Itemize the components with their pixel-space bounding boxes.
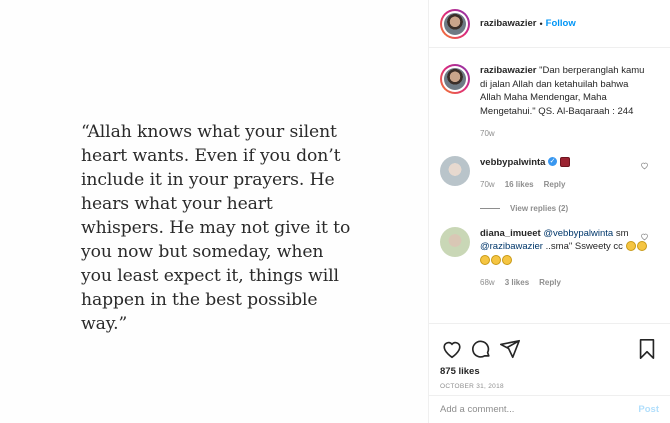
- verified-badge-icon: ✓: [548, 157, 558, 167]
- caption-time[interactable]: 70w: [480, 127, 495, 141]
- caption-username[interactable]: razibawazier: [480, 65, 537, 76]
- comment-likes[interactable]: 16 likes: [505, 178, 534, 192]
- view-replies-button[interactable]: View replies (2): [480, 204, 659, 213]
- post-comment-button[interactable]: Post: [638, 404, 659, 415]
- post-image[interactable]: “Allah knows what your silent heart want…: [0, 0, 429, 423]
- avatar[interactable]: [440, 226, 470, 257]
- comment-username[interactable]: vebbypalwinta: [480, 157, 545, 168]
- add-comment-input[interactable]: Add a comment...: [440, 404, 638, 415]
- bookmark-icon[interactable]: [635, 337, 659, 361]
- comment-text: sm: [615, 227, 629, 239]
- like-heart-icon[interactable]: [440, 337, 464, 361]
- instagram-post: “Allah knows what your silent heart want…: [0, 0, 670, 423]
- avatar[interactable]: [440, 155, 470, 186]
- smile-emoji: [502, 254, 512, 265]
- smile-emoji: [480, 254, 490, 265]
- reply-button[interactable]: Reply: [539, 276, 561, 290]
- add-comment-bar: Add a comment... Post: [429, 395, 670, 423]
- mention-link[interactable]: @vebbypalwinta: [543, 228, 613, 239]
- post-date[interactable]: OCTOBER 31, 2018: [429, 383, 670, 390]
- separator-dot: •: [539, 18, 543, 29]
- likes-count[interactable]: 875 likes: [429, 366, 670, 377]
- reply-button[interactable]: Reply: [544, 178, 566, 192]
- divider: [480, 207, 500, 209]
- mention-link[interactable]: @razibawazier: [480, 241, 543, 252]
- red-heart-emoji: [559, 156, 570, 167]
- smile-emoji: [491, 254, 501, 265]
- heart-icon[interactable]: [640, 161, 649, 170]
- avatar[interactable]: [440, 64, 470, 94]
- caption: razibawazier "Dan berperanglah kamu di j…: [440, 64, 659, 141]
- smile-emoji: [636, 241, 647, 252]
- post-actions: 875 likes OCTOBER 31, 2018 Add a comment…: [429, 323, 670, 423]
- comment-time[interactable]: 68w: [480, 276, 495, 290]
- post-header: razibawazier • Follow: [429, 0, 670, 48]
- comments-section[interactable]: razibawazier "Dan berperanglah kamu di j…: [429, 48, 670, 323]
- comment-likes[interactable]: 3 likes: [505, 276, 529, 290]
- comment-username[interactable]: diana_imueet: [480, 228, 541, 239]
- comment-icon[interactable]: [469, 337, 493, 361]
- smile-emoji: [625, 241, 636, 252]
- share-icon[interactable]: [498, 337, 522, 361]
- quote-text: “Allah knows what your silent heart want…: [81, 122, 351, 334]
- avatar[interactable]: [440, 8, 470, 39]
- comment-time[interactable]: 70w: [480, 178, 495, 192]
- post-sidebar: razibawazier • Follow razibawazier "Dan …: [429, 0, 670, 423]
- follow-button[interactable]: Follow: [546, 18, 576, 29]
- view-replies-label: View replies (2): [510, 203, 569, 213]
- comment-item: vebbypalwinta ✓ 70w 16 likes Reply: [440, 155, 659, 192]
- comment-item: diana_imueet @vebbypalwinta sm @razibawa…: [440, 226, 659, 290]
- comment-text: ..sma" Ssweety cc: [545, 241, 623, 252]
- heart-icon[interactable]: [640, 232, 649, 241]
- header-username[interactable]: razibawazier: [480, 18, 537, 29]
